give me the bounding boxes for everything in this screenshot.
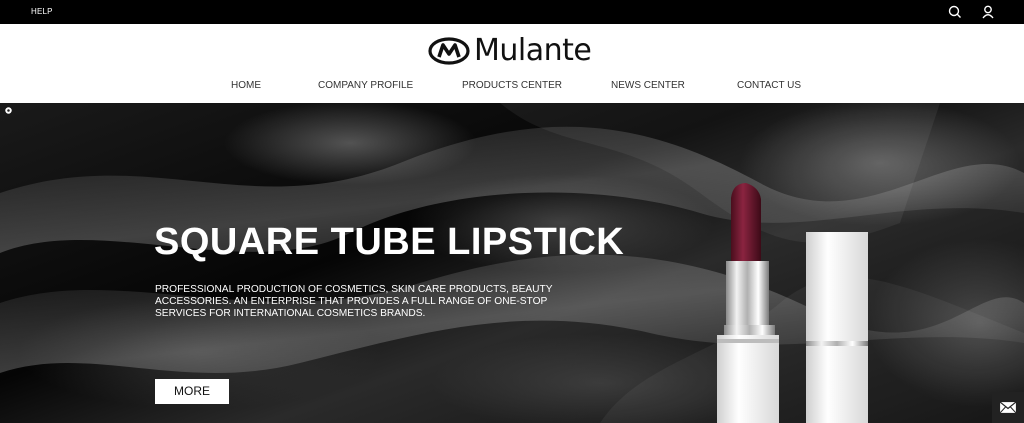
mail-icon bbox=[999, 401, 1017, 414]
site-logo[interactable]: Mulante bbox=[428, 33, 592, 68]
contact-mail-button[interactable] bbox=[992, 392, 1024, 423]
logo-mark-icon bbox=[428, 37, 470, 65]
search-icon[interactable] bbox=[947, 4, 963, 20]
nav-item-company-profile[interactable]: COMPANY PROFILE bbox=[318, 80, 413, 91]
help-link[interactable]: HELP bbox=[31, 7, 53, 16]
nav-item-products-center[interactable]: PRODUCTS CENTER bbox=[462, 80, 562, 91]
site-header: Mulante HOME COMPANY PROFILE PRODUCTS CE… bbox=[0, 24, 1024, 103]
top-utility-bar: HELP bbox=[0, 0, 1024, 24]
nav-item-news-center[interactable]: NEWS CENTER bbox=[611, 80, 685, 91]
nav-item-contact-us[interactable]: CONTACT US bbox=[737, 80, 801, 91]
lipstick-product-image bbox=[717, 183, 868, 423]
logo-text: Mulante bbox=[474, 33, 592, 68]
nav-item-home[interactable]: HOME bbox=[231, 80, 261, 91]
hero-banner: SQUARE TUBE LIPSTICK PROFESSIONAL PRODUC… bbox=[0, 103, 1024, 423]
user-icon[interactable] bbox=[980, 4, 996, 20]
main-nav: HOME COMPANY PROFILE PRODUCTS CENTER NEW… bbox=[0, 80, 1024, 94]
